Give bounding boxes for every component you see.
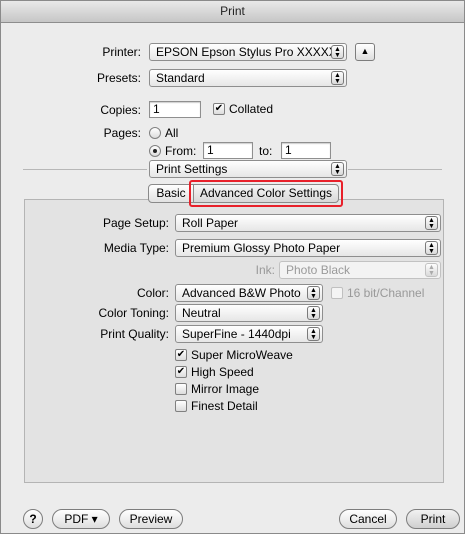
popup-arrows-icon: ▲ ▼ [307,286,320,300]
ink-popup[interactable]: Photo Black ▲ ▼ [279,261,441,279]
pages-from-label: From: [165,144,197,158]
pages-to-label: to: [259,144,273,158]
page-setup-value: Roll Paper [182,216,239,230]
presets-label: Presets: [96,71,141,85]
tab-basic[interactable]: Basic [148,184,194,203]
popup-arrows-icon: ▲ ▼ [331,162,344,176]
bit-channel-label: 16 bit/Channel [347,286,425,300]
pages-all-label: All [165,126,179,140]
mirror-image-label: Mirror Image [191,382,260,396]
print-quality-value: SuperFine - 1440dpi [182,327,291,341]
pages-to-field[interactable]: 1 [281,142,331,159]
printer-label: Printer: [102,45,141,59]
media-type-label: Media Type: [103,241,169,255]
page-setup-label: Page Setup: [102,216,169,230]
mirror-image-checkbox[interactable] [175,383,187,395]
ink-label: Ink: [255,263,275,277]
color-toning-value: Neutral [182,306,221,320]
copies-label: Copies: [100,103,141,117]
popup-arrows-icon: ▲ ▼ [331,45,344,59]
pages-label: Pages: [103,126,141,140]
print-dialog: Print Printer: EPSON Epson Stylus Pro XX… [0,0,465,534]
super-microweave-checkbox[interactable]: ✔ [175,349,187,361]
collated-checkbox[interactable]: ✔ [213,103,225,115]
presets-value: Standard [156,71,205,85]
separator-right [348,169,442,170]
section-popup-value: Print Settings [156,162,228,176]
popup-arrows-icon: ▲ ▼ [307,306,320,320]
preview-button[interactable]: Preview [119,509,183,529]
pages-from-radio[interactable] [149,145,161,157]
help-button[interactable]: ? [23,509,43,529]
printer-value: EPSON Epson Stylus Pro XXXXX [156,45,337,59]
print-quality-label: Print Quality: [100,327,169,341]
popup-arrows-icon: ▲ ▼ [425,216,438,230]
color-value: Advanced B&W Photo [182,286,301,300]
ink-value: Photo Black [286,263,351,277]
popup-arrows-icon: ▲ ▼ [331,71,344,85]
color-label: Color: [136,286,169,300]
disclosure-button[interactable]: ▲ [355,43,375,61]
color-toning-label: Color Toning: [98,306,170,320]
copies-field[interactable]: 1 [149,101,201,118]
page-setup-popup[interactable]: Roll Paper ▲ ▼ [175,214,441,232]
print-button[interactable]: Print [406,509,460,529]
collated-label: Collated [229,102,274,116]
high-speed-checkbox[interactable]: ✔ [175,366,187,378]
printer-popup[interactable]: EPSON Epson Stylus Pro XXXXX ▲ ▼ [149,43,347,61]
bit-channel-checkbox[interactable] [331,287,343,299]
pages-from-field[interactable]: 1 [203,142,253,159]
pages-all-radio[interactable] [149,127,161,139]
super-microweave-label: Super MicroWeave [191,348,293,362]
print-quality-popup[interactable]: SuperFine - 1440dpi ▲ ▼ [175,325,323,343]
finest-detail-label: Finest Detail [191,399,258,413]
high-speed-label: High Speed [191,365,254,379]
window-title: Print [1,1,464,23]
separator-left [23,169,147,170]
color-toning-popup[interactable]: Neutral ▲ ▼ [175,304,323,322]
cancel-button[interactable]: Cancel [339,509,397,529]
finest-detail-checkbox[interactable] [175,400,187,412]
tab-highlight-box [189,180,343,207]
color-popup[interactable]: Advanced B&W Photo ▲ ▼ [175,284,323,302]
section-popup[interactable]: Print Settings ▲ ▼ [149,160,347,178]
popup-arrows-icon: ▲ ▼ [425,263,438,277]
popup-arrows-icon: ▲ ▼ [425,241,438,255]
popup-arrows-icon: ▲ ▼ [307,327,320,341]
presets-popup[interactable]: Standard ▲ ▼ [149,69,347,87]
pdf-button[interactable]: PDF ▾ [52,509,110,529]
media-type-value: Premium Glossy Photo Paper [182,241,341,255]
media-type-popup[interactable]: Premium Glossy Photo Paper ▲ ▼ [175,239,441,257]
